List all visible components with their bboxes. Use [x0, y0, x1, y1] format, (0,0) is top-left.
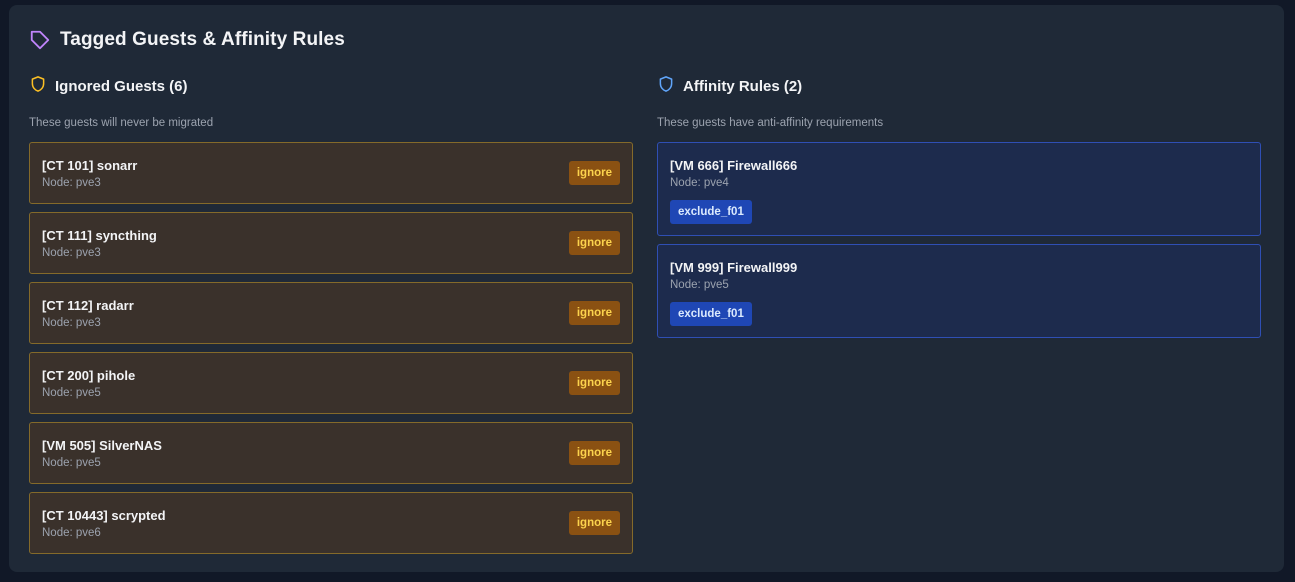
panel-title: Tagged Guests & Affinity Rules: [60, 29, 345, 50]
affinity-rules-section: Affinity Rules (2) These guests have ant…: [657, 75, 1261, 346]
ignore-tag-badge: ignore: [568, 511, 620, 535]
guest-node: Node: pve3: [42, 317, 101, 329]
ignored-guests-description: These guests will never be migrated: [29, 117, 214, 129]
guest-node: Node: pve5: [42, 457, 101, 469]
guest-name: [VM 505] SilverNAS: [42, 438, 162, 453]
ignored-guest-list: [CT 101] sonarr Node: pve3 ignore [CT 11…: [29, 142, 633, 554]
guest-node: Node: pve6: [42, 527, 101, 539]
ignored-guests-header: Ignored Guests (6): [29, 75, 633, 97]
shield-icon: [29, 75, 47, 98]
guest-node: Node: pve5: [42, 387, 101, 399]
guest-node: Node: pve3: [42, 247, 101, 259]
guest-name: [VM 666] Firewall666: [670, 158, 798, 173]
affinity-rules-title: Affinity Rules (2): [683, 77, 803, 95]
affinity-guest-card[interactable]: [VM 999] Firewall999 Node: pve5 exclude_…: [657, 244, 1261, 338]
guest-node: Node: pve5: [670, 279, 729, 291]
affinity-rules-description: These guests have anti-affinity requirem…: [657, 117, 884, 129]
ignore-tag-badge: ignore: [568, 161, 620, 185]
guest-name: [CT 111] syncthing: [42, 228, 157, 243]
guest-name: [CT 200] pihole: [42, 368, 136, 383]
guest-name: [CT 112] radarr: [42, 298, 134, 313]
affinity-rules-header: Affinity Rules (2): [657, 75, 1261, 97]
ignored-guests-title: Ignored Guests (6): [55, 77, 188, 95]
guest-node: Node: pve3: [42, 177, 101, 189]
shield-icon: [657, 75, 675, 98]
ignored-guest-card[interactable]: [CT 112] radarr Node: pve3 ignore: [29, 282, 633, 344]
guest-node: Node: pve4: [670, 177, 729, 189]
tag-icon: [29, 29, 51, 51]
affinity-tag-badge: exclude_f01: [670, 200, 752, 224]
ignored-guest-card[interactable]: [CT 101] sonarr Node: pve3 ignore: [29, 142, 633, 204]
ignore-tag-badge: ignore: [568, 441, 620, 465]
ignore-tag-badge: ignore: [568, 371, 620, 395]
ignore-tag-badge: ignore: [568, 231, 620, 255]
panel-header: Tagged Guests & Affinity Rules: [29, 29, 345, 51]
ignored-guests-section: Ignored Guests (6) These guests will nev…: [29, 75, 633, 562]
ignored-guest-card[interactable]: [CT 111] syncthing Node: pve3 ignore: [29, 212, 633, 274]
affinity-tag-badge: exclude_f01: [670, 302, 752, 326]
tagged-guests-panel: Tagged Guests & Affinity Rules Ignored G…: [9, 5, 1284, 572]
ignored-guest-card[interactable]: [CT 200] pihole Node: pve5 ignore: [29, 352, 633, 414]
guest-name: [VM 999] Firewall999: [670, 260, 798, 275]
affinity-guest-card[interactable]: [VM 666] Firewall666 Node: pve4 exclude_…: [657, 142, 1261, 236]
affinity-guest-list: [VM 666] Firewall666 Node: pve4 exclude_…: [657, 142, 1261, 338]
guest-name: [CT 101] sonarr: [42, 158, 138, 173]
ignore-tag-badge: ignore: [568, 301, 620, 325]
ignored-guest-card[interactable]: [VM 505] SilverNAS Node: pve5 ignore: [29, 422, 633, 484]
guest-name: [CT 10443] scrypted: [42, 508, 166, 523]
ignored-guest-card[interactable]: [CT 10443] scrypted Node: pve6 ignore: [29, 492, 633, 554]
